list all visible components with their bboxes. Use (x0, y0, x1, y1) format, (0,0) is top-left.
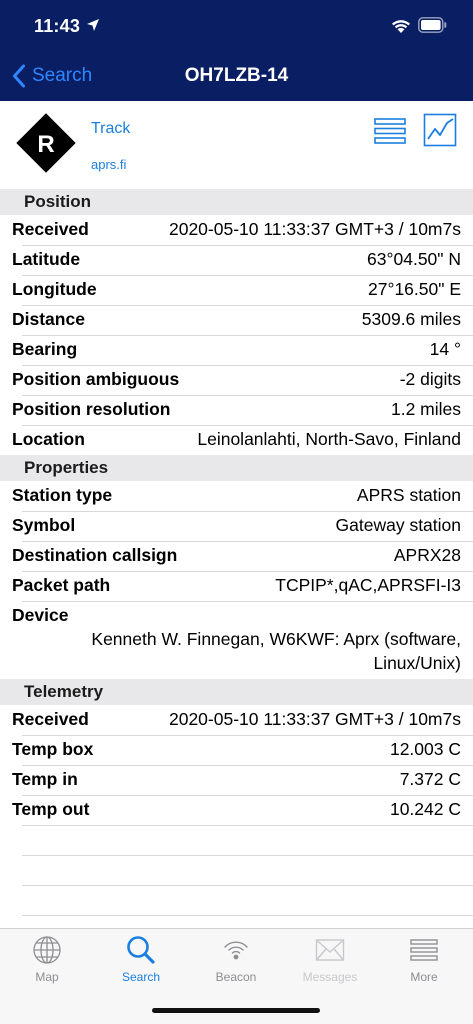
list-icon[interactable] (373, 117, 407, 145)
top-bar: 11:43 Search OH7LZB-14 (0, 0, 473, 101)
aprs-fi-link[interactable]: aprs.fi (91, 157, 126, 172)
row-label: Location (12, 429, 85, 449)
tab-search[interactable]: Search (106, 935, 176, 991)
row-label: Station type (12, 485, 113, 505)
row-value: APRS station (356, 485, 461, 505)
page-title: OH7LZB-14 (184, 65, 289, 86)
divider (22, 825, 473, 826)
section-title: Properties (24, 458, 109, 477)
section-position: Position (0, 189, 473, 215)
row-label: Distance (12, 309, 85, 329)
tab-beacon[interactable]: Beacon (201, 935, 271, 991)
row-packet-path: Packet path TCPIP*,qAC,APRSFI-I3 (0, 571, 473, 601)
row-destination-callsign: Destination callsign APRX28 (0, 541, 473, 571)
station-symbol-icon: R (16, 113, 76, 173)
device-value-line: Linux/Unix) (373, 653, 461, 673)
svg-text:R: R (37, 131, 54, 158)
divider (22, 915, 473, 916)
device-value: Kenneth W. Finnegan, W6KWF: Aprx (softwa… (21, 627, 461, 675)
row-position-ambiguous: Position ambiguous -2 digits (0, 365, 473, 395)
row-label: Temp box (12, 739, 94, 759)
tab-label: Messages (302, 970, 358, 984)
row-telemetry-received: Received 2020-05-10 11:33:37 GMT+3 / 10m… (0, 705, 473, 735)
row-label: Received (12, 219, 89, 239)
battery-icon (418, 17, 447, 33)
row-label: Received (12, 709, 89, 729)
wifi-icon (392, 20, 410, 33)
divider (22, 885, 473, 886)
row-temp-out: Temp out 10.242 C (0, 795, 473, 825)
row-label: Position resolution (12, 399, 171, 419)
row-temp-box: Temp box 12.003 C (0, 735, 473, 765)
navigation-bar: Search OH7LZB-14 (0, 50, 473, 101)
chart-icon[interactable] (423, 113, 457, 147)
row-label: Bearing (12, 339, 78, 359)
row-label: Latitude (12, 249, 81, 269)
section-properties: Properties (0, 455, 473, 481)
row-value: 14 ° (429, 339, 461, 359)
row-label: Position ambiguous (12, 369, 180, 389)
beacon-icon (224, 941, 248, 960)
row-label: Longitude (12, 279, 97, 299)
row-location: Location Leinolanlahti, North-Savo, Finl… (0, 425, 473, 455)
row-received: Received 2020-05-10 11:33:37 GMT+3 / 10m… (0, 215, 473, 245)
row-value: 10.242 C (389, 799, 461, 819)
row-station-type: Station type APRS station (0, 481, 473, 511)
row-value: 2020-05-10 11:33:37 GMT+3 / 10m7s (168, 709, 461, 729)
home-indicator[interactable] (152, 1008, 320, 1013)
row-label: Symbol (12, 515, 76, 535)
status-bar: 11:43 (0, 0, 473, 50)
tab-label: Map (35, 970, 59, 984)
location-arrow-icon (87, 19, 99, 31)
row-value: 63°04.50" N (367, 249, 461, 269)
tab-more[interactable]: More (389, 935, 459, 991)
tab-map[interactable]: Map (12, 935, 82, 991)
row-longitude: Longitude 27°16.50" E (0, 275, 473, 305)
row-position-resolution: Position resolution 1.2 miles (0, 395, 473, 425)
row-temp-in: Temp in 7.372 C (0, 765, 473, 795)
envelope-icon (315, 939, 345, 961)
tab-label: Search (121, 970, 161, 984)
row-label: Device (12, 605, 69, 625)
device-value-line: Kenneth W. Finnegan, W6KWF: Aprx (softwa… (91, 629, 461, 649)
row-distance: Distance 5309.6 miles (0, 305, 473, 335)
row-bearing: Bearing 14 ° (0, 335, 473, 365)
row-value: 5309.6 miles (361, 309, 461, 329)
station-header: R Track aprs.fi (0, 101, 473, 189)
search-icon (127, 936, 155, 964)
more-list-icon (410, 939, 438, 961)
track-link[interactable]: Track (91, 120, 130, 138)
globe-icon (33, 936, 61, 964)
row-label: Temp out (12, 799, 90, 819)
row-label: Temp in (12, 769, 78, 789)
row-label: Packet path (12, 575, 111, 595)
row-value: 12.003 C (389, 739, 461, 759)
row-value: Gateway station (335, 515, 461, 535)
row-latitude: Latitude 63°04.50" N (0, 245, 473, 275)
row-label: Destination callsign (12, 545, 178, 565)
row-value: TCPIP*,qAC,APRSFI-I3 (275, 575, 461, 595)
tab-label: More (410, 970, 438, 984)
row-value: 1.2 miles (390, 399, 461, 419)
row-value: 7.372 C (399, 769, 461, 789)
row-value: 27°16.50" E (367, 279, 461, 299)
row-value: Leinolanlahti, North-Savo, Finland (197, 429, 461, 449)
section-title: Position (24, 192, 92, 211)
section-title: Telemetry (24, 682, 104, 701)
row-symbol: Symbol Gateway station (0, 511, 473, 541)
divider (22, 855, 473, 856)
section-telemetry: Telemetry (0, 679, 473, 705)
row-value: APRX28 (393, 545, 461, 565)
row-value: 2020-05-10 11:33:37 GMT+3 / 10m7s (168, 219, 461, 239)
tab-messages[interactable]: Messages (295, 935, 365, 991)
tab-label: Beacon (215, 970, 257, 984)
row-value: -2 digits (399, 369, 461, 389)
status-time: 11:43 (34, 16, 81, 36)
